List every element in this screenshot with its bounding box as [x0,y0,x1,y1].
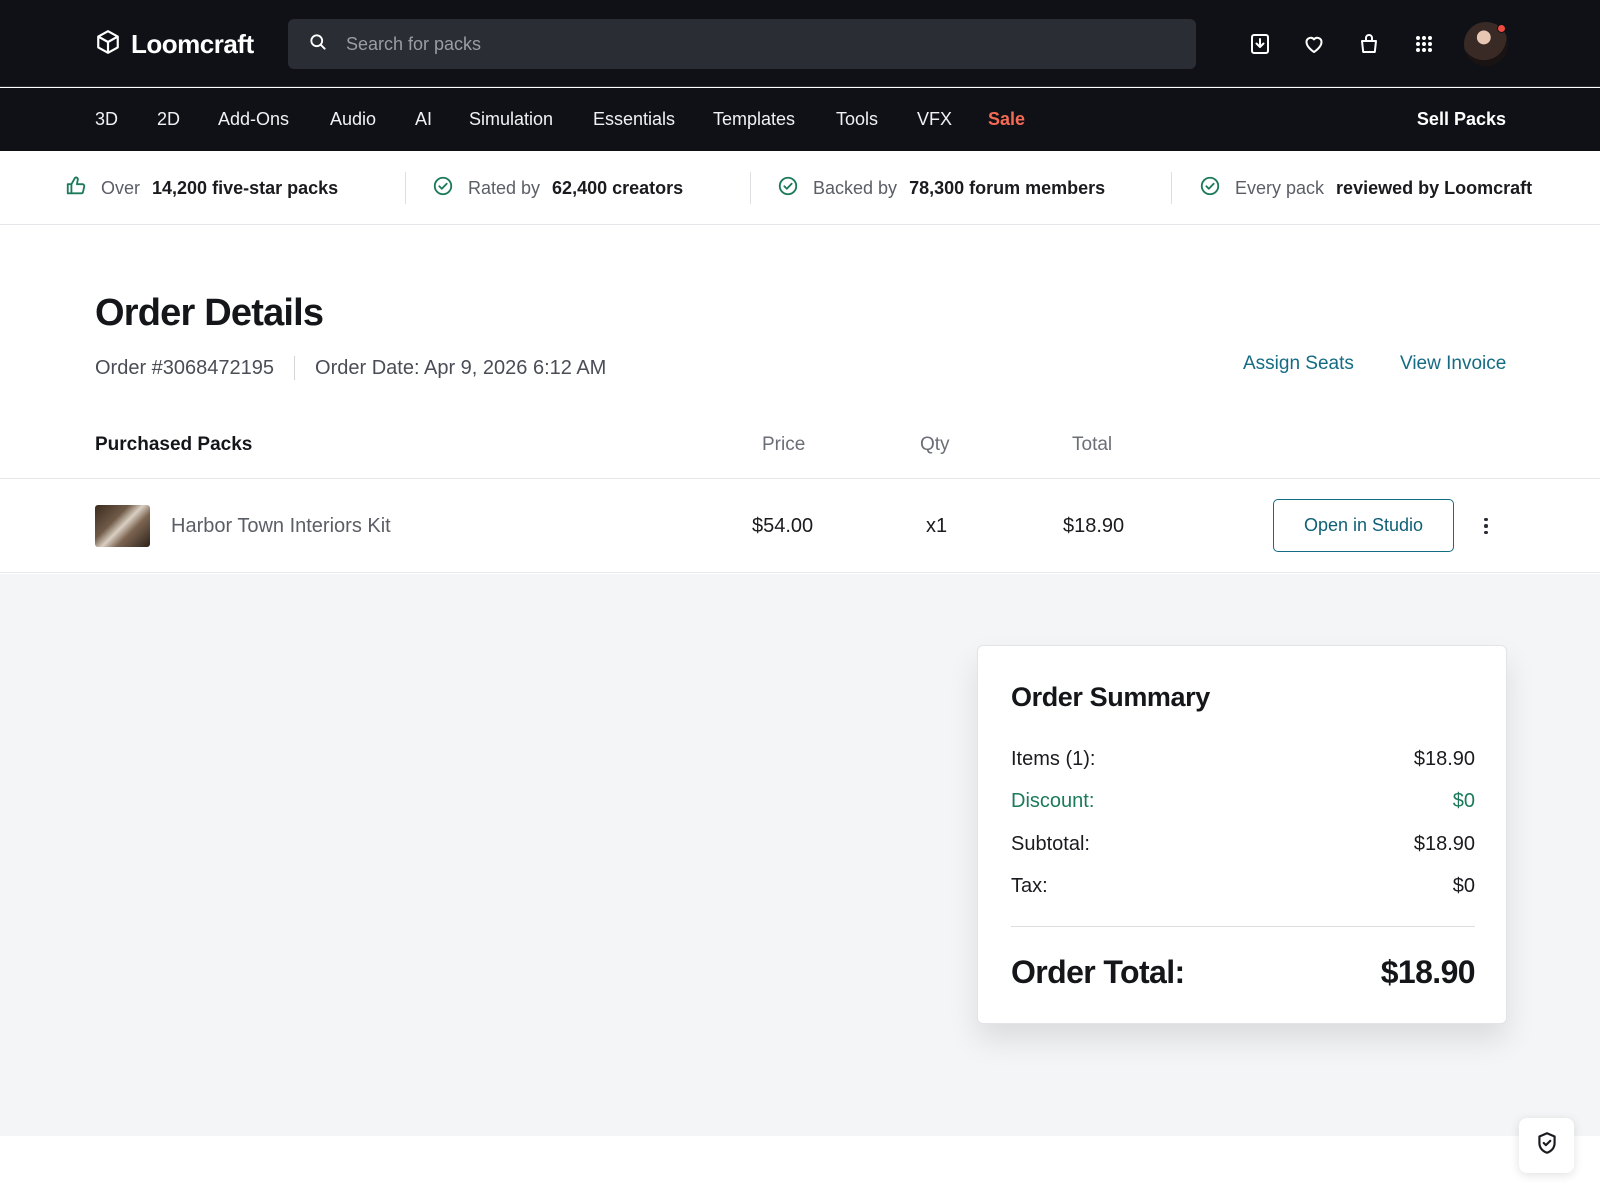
assign-seats-link[interactable]: Assign Seats [1243,353,1354,375]
trust-item-creators: Rated by 62,400 creators [432,151,683,225]
brand-name: Loomcraft [131,28,254,59]
nav-item-audio[interactable]: Audio [330,88,376,151]
page-title: Order Details [95,292,324,334]
top-bar: Loomcraft [0,0,1600,87]
shield-check-icon [1534,1130,1560,1161]
sell-packs-link[interactable]: Sell Packs [1417,88,1506,151]
nav-item-templates[interactable]: Templates [713,88,795,151]
nav-item-tools[interactable]: Tools [836,88,878,151]
summary-total-row: Order Total: $18.90 [1011,954,1476,990]
thumbs-up-icon [65,175,101,202]
summary-items-row: Items (1): $18.90 [1011,748,1475,770]
pack-name[interactable]: Harbor Town Interiors Kit [171,479,391,573]
nav-item-essentials[interactable]: Essentials [593,88,675,151]
column-header-item: Purchased Packs [95,434,253,455]
open-in-studio-button[interactable]: Open in Studio [1273,499,1454,552]
notification-dot [1497,24,1506,33]
avatar[interactable] [1464,22,1508,66]
heart-icon[interactable] [1300,30,1328,58]
summary-discount-row: Discount: $0 [1011,790,1475,812]
apps-grid-icon[interactable] [1410,30,1438,58]
brand-logo[interactable]: Loomcraft [95,27,254,61]
check-circle-icon [432,175,468,202]
view-invoice-link[interactable]: View Invoice [1400,353,1506,375]
nav-item-ai[interactable]: AI [415,88,432,151]
check-circle-icon [777,175,813,202]
order-summary-card: Order Summary Items (1): $18.90 Discount… [977,645,1507,1024]
download-icon[interactable] [1246,30,1274,58]
nav-item-3d[interactable]: 3D [95,88,118,151]
nav-item-2d[interactable]: 2D [157,88,180,151]
category-nav: 3D 2D Add-Ons Audio AI Simulation Essent… [0,88,1600,151]
search-icon [288,32,328,57]
trust-item-reviewed: Every pack reviewed by Loomcraft [1199,151,1532,225]
order-number: Order #3068472195 [95,356,275,379]
cube-icon [95,29,121,60]
nav-item-sale[interactable]: Sale [988,88,1025,151]
check-circle-icon [1199,175,1235,202]
shopping-bag-icon[interactable] [1355,30,1383,58]
column-header-total: Total [1072,434,1113,455]
pack-thumbnail[interactable] [95,505,150,547]
trust-item-reviews: Over 14,200 five-star packs [65,151,338,225]
divider [1011,926,1475,927]
search-input[interactable] [346,33,1146,55]
summary-tax-row: Tax: $0 [1011,875,1475,897]
column-header-price: Price [762,434,806,455]
nav-item-add-ons[interactable]: Add-Ons [218,88,289,151]
order-meta: Order #3068472195 Order Date: Apr 9, 202… [95,356,606,380]
summary-subtotal-row: Subtotal: $18.90 [1011,833,1475,855]
order-date: Order Date: Apr 9, 2026 6:12 AM [315,356,607,379]
divider [750,172,751,204]
nav-item-simulation[interactable]: Simulation [469,88,553,151]
divider [405,172,406,204]
pack-total: $18.90 [1063,515,1125,537]
divider [294,356,296,380]
privacy-shield-button[interactable] [1519,1118,1574,1173]
pack-qty: x1 [926,515,948,537]
more-options-icon[interactable] [1476,512,1496,540]
divider [1171,172,1172,204]
trust-bar: Over 14,200 five-star packs Rated by 62,… [0,151,1600,225]
trust-item-forum: Backed by 78,300 forum members [777,151,1105,225]
search-bar[interactable] [288,19,1196,69]
nav-item-vfx[interactable]: VFX [917,88,952,151]
summary-title: Order Summary [1011,682,1210,712]
column-header-qty: Qty [920,434,950,455]
pack-price: $54.00 [752,515,814,537]
table-row: Harbor Town Interiors Kit $54.00 x1 $18.… [0,479,1600,573]
